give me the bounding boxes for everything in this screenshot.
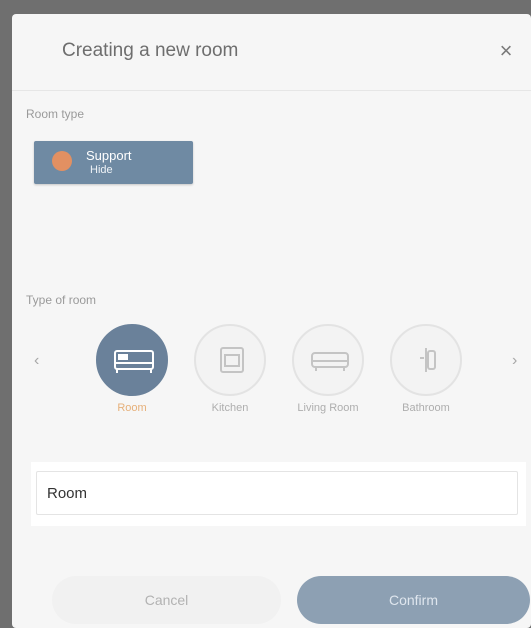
chevron-right-icon[interactable]: › bbox=[512, 352, 517, 370]
room-type-label-kitchen: Kitchen bbox=[211, 402, 249, 414]
chip-subtitle: Hide bbox=[90, 164, 113, 176]
room-type-circle bbox=[96, 324, 168, 396]
room-type-chip[interactable]: Support Hide bbox=[34, 141, 193, 184]
create-room-dialog: Creating a new room × Room type Support … bbox=[12, 14, 531, 628]
room-type-living-room[interactable]: Living Room bbox=[288, 324, 368, 430]
chip-name: Support bbox=[86, 148, 132, 163]
room-type-circle bbox=[390, 324, 462, 396]
shower-icon bbox=[420, 348, 436, 372]
bed-icon bbox=[114, 350, 154, 373]
close-icon: × bbox=[499, 38, 513, 63]
room-name-input[interactable] bbox=[36, 471, 518, 515]
close-button[interactable]: × bbox=[495, 40, 517, 62]
dialog-header: Creating a new room × bbox=[12, 14, 531, 91]
room-type-bathroom[interactable]: Bathroom bbox=[386, 324, 466, 430]
room-type-label-bathroom: Bathroom bbox=[402, 402, 450, 414]
room-type-label-living-room: Living Room bbox=[297, 402, 359, 414]
room-type-label-room: Room bbox=[117, 402, 147, 414]
confirm-button[interactable]: Confirm bbox=[297, 576, 530, 624]
oven-icon bbox=[220, 347, 244, 373]
sofa-icon bbox=[311, 352, 349, 371]
cancel-button[interactable]: Cancel bbox=[52, 576, 281, 624]
chip-icon bbox=[52, 151, 72, 171]
room-type-circle bbox=[292, 324, 364, 396]
chevron-left-icon[interactable]: ‹ bbox=[34, 352, 39, 370]
room-type-circle bbox=[194, 324, 266, 396]
type-of-room-label: Type of room bbox=[26, 293, 97, 307]
room-type-kitchen[interactable]: Kitchen bbox=[190, 324, 270, 430]
room-type-label: Room type bbox=[26, 107, 85, 121]
dialog-title: Creating a new room bbox=[62, 40, 239, 61]
room-type-room[interactable]: Room bbox=[92, 324, 172, 430]
